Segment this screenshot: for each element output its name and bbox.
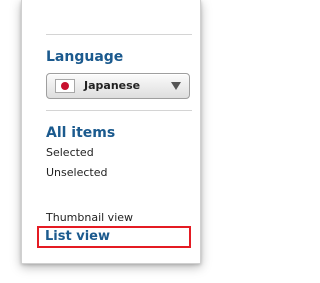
divider-middle <box>46 110 192 111</box>
unselected-filter-link[interactable]: Unselected <box>46 166 107 179</box>
chevron-down-icon <box>171 82 181 90</box>
all-items-link[interactable]: All items <box>46 125 115 141</box>
language-select-value: Japanese <box>84 79 141 92</box>
language-select[interactable]: Japanese <box>46 73 190 99</box>
thumbnail-view-link[interactable]: Thumbnail view <box>46 211 133 224</box>
japan-flag-icon <box>55 79 75 93</box>
list-view-link[interactable]: List view <box>45 229 110 244</box>
filter-panel: Language Japanese All items Selected Uns… <box>21 0 201 264</box>
divider-top <box>46 34 192 35</box>
selected-filter-link[interactable]: Selected <box>46 146 94 159</box>
language-heading: Language <box>46 49 124 65</box>
